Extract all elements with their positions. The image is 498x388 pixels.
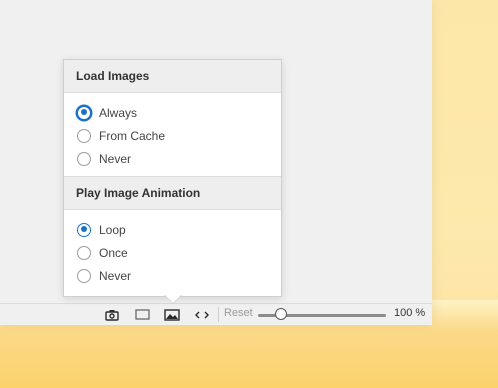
animation-never-option[interactable]: Never bbox=[64, 264, 281, 287]
status-separator bbox=[218, 307, 219, 322]
option-label: Never bbox=[99, 268, 132, 283]
load-images-from-cache-option[interactable]: From Cache bbox=[64, 124, 281, 147]
option-label: Always bbox=[99, 105, 138, 120]
load-images-options: Always From Cache Never bbox=[64, 93, 281, 176]
zoom-level: 100 % bbox=[394, 307, 426, 319]
window-icon[interactable] bbox=[130, 306, 154, 323]
animation-loop-option[interactable]: Loop bbox=[64, 218, 281, 241]
reset-zoom-button[interactable]: Reset bbox=[224, 307, 253, 319]
option-label: Never bbox=[99, 151, 132, 166]
play-animation-options: Loop Once Never bbox=[64, 210, 281, 293]
radio-once[interactable] bbox=[77, 245, 91, 260]
status-bar: Reset 100 % bbox=[0, 303, 432, 325]
popup-pointer bbox=[164, 294, 182, 303]
image-icon[interactable] bbox=[160, 306, 184, 323]
load-images-never-option[interactable]: Never bbox=[64, 147, 281, 170]
image-settings-popup: Load Images Always From Cache Never Play… bbox=[63, 59, 282, 297]
animation-once-option[interactable]: Once bbox=[64, 241, 281, 264]
load-images-header: Load Images bbox=[64, 60, 281, 93]
radio-loop[interactable] bbox=[77, 222, 91, 237]
option-label: Loop bbox=[99, 222, 126, 237]
radio-always-load[interactable] bbox=[77, 105, 91, 120]
play-animation-header: Play Image Animation bbox=[64, 176, 281, 210]
option-label: From Cache bbox=[99, 128, 166, 143]
radio-from-cache[interactable] bbox=[77, 128, 91, 143]
camera-icon[interactable] bbox=[100, 306, 124, 323]
option-label: Once bbox=[99, 245, 128, 260]
radio-never-animate[interactable] bbox=[77, 268, 91, 283]
zoom-slider-thumb[interactable] bbox=[275, 308, 287, 320]
radio-never-load[interactable] bbox=[77, 151, 91, 166]
load-images-always-option[interactable]: Always bbox=[64, 101, 281, 124]
code-icon[interactable] bbox=[190, 306, 214, 323]
